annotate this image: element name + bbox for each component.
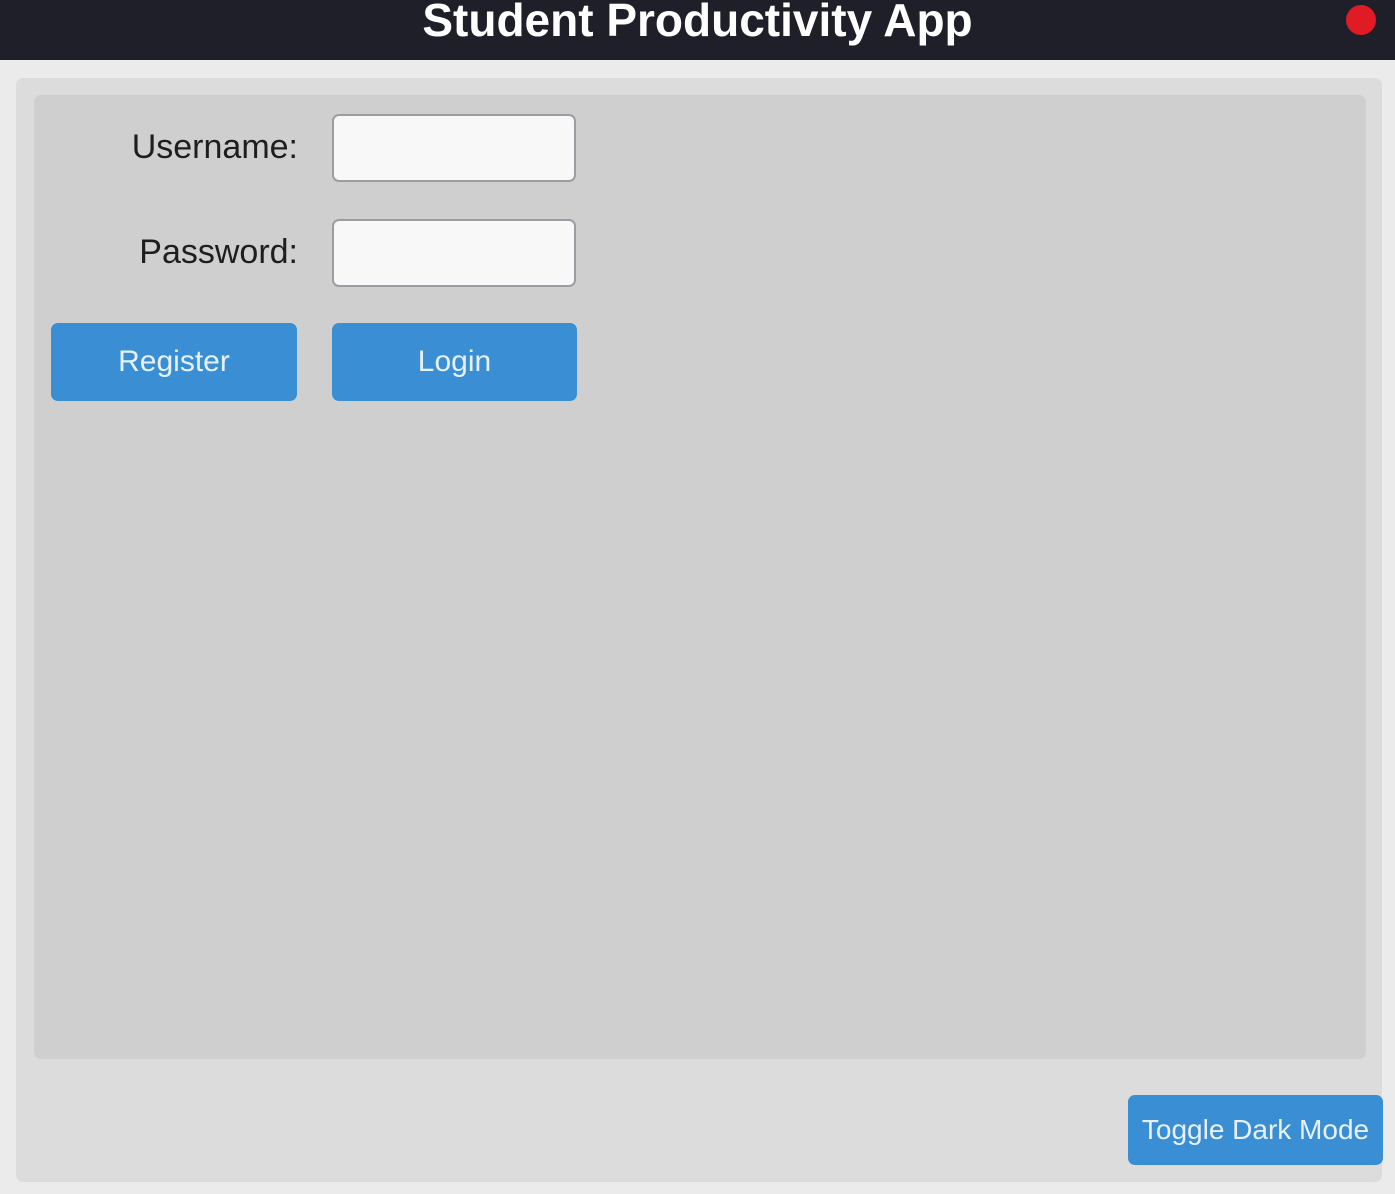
title-bar: Student Productivity App: [0, 0, 1395, 60]
toggle-dark-mode-button[interactable]: Toggle Dark Mode: [1128, 1095, 1383, 1165]
register-button[interactable]: Register: [51, 323, 297, 401]
username-label: Username:: [131, 128, 298, 166]
password-label: Password:: [139, 233, 298, 271]
password-input[interactable]: [332, 219, 576, 287]
close-dot-icon[interactable]: [1346, 5, 1376, 35]
login-button[interactable]: Login: [332, 323, 577, 401]
username-input[interactable]: [332, 114, 576, 182]
window-title: Student Productivity App: [422, 0, 973, 46]
